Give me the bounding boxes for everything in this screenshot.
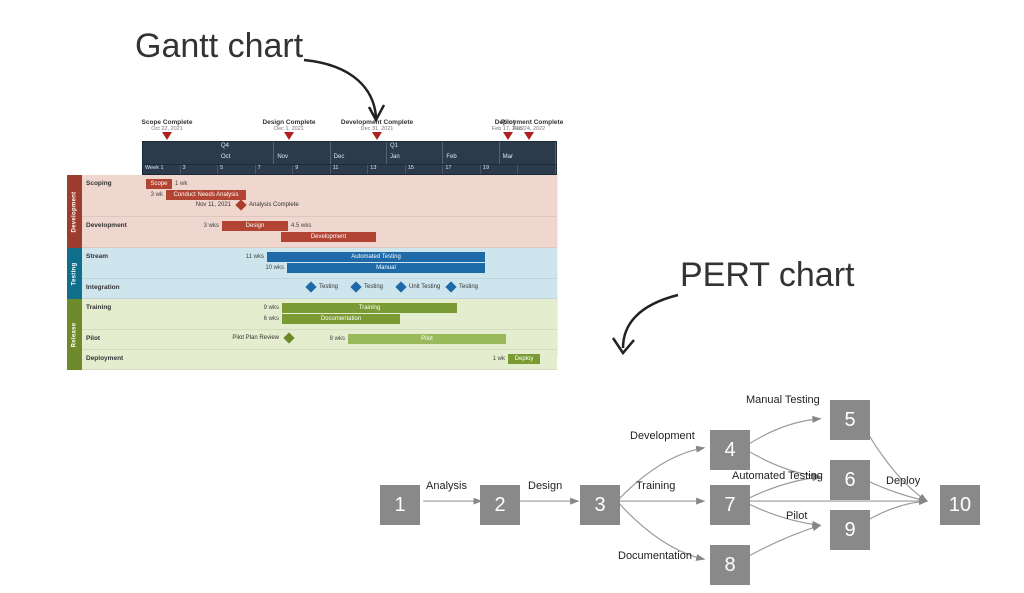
pert-edge-label: Design	[528, 480, 562, 492]
pert-edge-label: Automated Testing	[732, 470, 823, 482]
gantt-bar: Deploy	[508, 354, 540, 364]
gantt-diamond-label: Analysis Complete	[249, 200, 299, 210]
pert-node: 8	[710, 545, 750, 585]
pert-chart: 12345678910AnalysisDesignDevelopmentTrai…	[370, 380, 990, 550]
pert-node: 1	[380, 485, 420, 525]
gantt-bar-start-label: 3 wks	[204, 221, 219, 231]
gantt-row: PilotPilot Plan ReviewPilot8 wks	[82, 330, 557, 350]
gantt-milestone: Development CompleteDec 31, 2021	[337, 119, 417, 140]
gantt-bar: Scope	[146, 179, 172, 189]
gantt-diamond-icon	[235, 199, 246, 210]
pert-edge-label: Development	[630, 430, 695, 442]
gantt-row-label: Development	[82, 217, 142, 247]
gantt-bar-start-label: 1 wk	[493, 354, 505, 364]
gantt-bar: Automated Testing	[267, 252, 485, 262]
gantt-section-label: Release	[67, 299, 82, 370]
pert-edge-label: Analysis	[426, 480, 467, 492]
gantt-row-label: Stream	[82, 248, 142, 278]
gantt-diamond-label: Unit Testing	[409, 282, 440, 292]
gantt-bar: Conduct Needs Analysis	[166, 190, 246, 200]
gantt-diamond-icon	[445, 281, 456, 292]
gantt-bar-end-label: 4.5 wks	[291, 221, 311, 231]
gantt-bar: Development	[281, 232, 376, 242]
gantt-bar-start-label: 10 wks	[265, 263, 284, 273]
gantt-bar-start-label: 8 wks	[330, 334, 345, 344]
gantt-week-row: Week 135791113151719	[142, 165, 557, 175]
gantt-section-label: Testing	[67, 248, 82, 299]
pert-node: 5	[830, 400, 870, 440]
gantt-row: TrainingTraining9 wksDocumentation6 wks	[82, 299, 557, 330]
gantt-bar-end-label: 1 wk	[175, 179, 187, 189]
pert-edge	[743, 501, 821, 525]
gantt-row-label: Deployment	[82, 350, 142, 369]
gantt-row: Integration Testing Testing Unit Testing Tes…	[82, 279, 557, 299]
pert-node: 2	[480, 485, 520, 525]
gantt-diamond-date: Nov 11, 2021	[196, 200, 231, 210]
pert-node: 6	[830, 460, 870, 500]
gantt-diamond-icon	[350, 281, 361, 292]
pert-edge-label: Training	[636, 480, 675, 492]
pert-node: 10	[940, 485, 980, 525]
gantt-bar: Design	[222, 221, 288, 231]
pert-node: 4	[710, 430, 750, 470]
gantt-row-label: Scoping	[82, 175, 142, 216]
pert-arrow-icon	[598, 290, 698, 370]
gantt-bar-start-label: 11 wks	[246, 252, 264, 262]
gantt-section: ReleaseTrainingTraining9 wksDocumentatio…	[67, 299, 557, 370]
gantt-diamond-icon	[305, 281, 316, 292]
gantt-bar: Pilot	[348, 334, 506, 344]
gantt-diamond-icon	[395, 281, 406, 292]
gantt-milestone: Scope CompleteOct 22, 2021	[127, 119, 207, 140]
gantt-row: Deployment Deploy1 wk	[82, 350, 557, 370]
gantt-chart: Scope CompleteOct 22, 2021 Design Complet…	[67, 119, 557, 347]
gantt-section: DevelopmentScopingScope1 wkConduct Needs…	[67, 175, 557, 248]
gantt-diamond-icon	[283, 332, 294, 343]
gantt-diamond-label: Testing	[319, 282, 338, 292]
gantt-diamond-label: Testing	[459, 282, 478, 292]
pert-edge	[743, 525, 821, 559]
gantt-bar-start-label: 3 wk	[151, 190, 163, 200]
gantt-bar: Documentation	[282, 314, 400, 324]
pert-edge	[743, 419, 821, 448]
pert-node: 3	[580, 485, 620, 525]
pert-title: PERT chart	[680, 256, 854, 295]
gantt-section-label: Development	[67, 175, 82, 248]
gantt-bar-start-label: 6 wks	[264, 314, 279, 324]
gantt-milestone: Design CompleteDec 1, 2021	[249, 119, 329, 140]
gantt-diamond-label: Testing	[364, 282, 383, 292]
pert-edge-label: Pilot	[786, 510, 807, 522]
pert-node: 9	[830, 510, 870, 550]
gantt-row-label: Integration	[82, 279, 142, 298]
gantt-row: DevelopmentDesign3 wks4.5 wksDevelopment	[82, 217, 557, 248]
gantt-row: Stream Automated Testing11 wks Manual10 wk…	[82, 248, 557, 279]
gantt-row-label: Pilot	[82, 330, 142, 349]
pert-edge	[617, 448, 704, 501]
pert-edge-label: Manual Testing	[746, 394, 820, 406]
gantt-bar: Manual	[287, 263, 485, 273]
pert-node: 7	[710, 485, 750, 525]
gantt-section: TestingStreamAutomated Testing11 wksManu…	[67, 248, 557, 299]
gantt-bar: Training	[282, 303, 457, 313]
gantt-title: Gantt chart	[135, 27, 303, 66]
gantt-milestone-row: Scope CompleteOct 22, 2021 Design Complet…	[67, 119, 557, 141]
gantt-row: Scoping Scope1 wkConduct Needs Analysis3 …	[82, 175, 557, 217]
gantt-diamond-label: Pilot Plan Review	[232, 333, 279, 343]
gantt-body: DevelopmentScopingScope1 wkConduct Needs…	[67, 175, 557, 357]
gantt-milestone: Deployment CompleteFeb 24, 2022	[489, 119, 569, 140]
pert-edge-label: Deploy	[886, 475, 920, 487]
gantt-timeline: Q4Q1 OctNovDecJanFebMar	[142, 141, 557, 165]
pert-edge-label: Documentation	[618, 550, 692, 562]
gantt-bar-start-label: 9 wks	[264, 303, 279, 313]
gantt-row-label: Training	[82, 299, 142, 329]
